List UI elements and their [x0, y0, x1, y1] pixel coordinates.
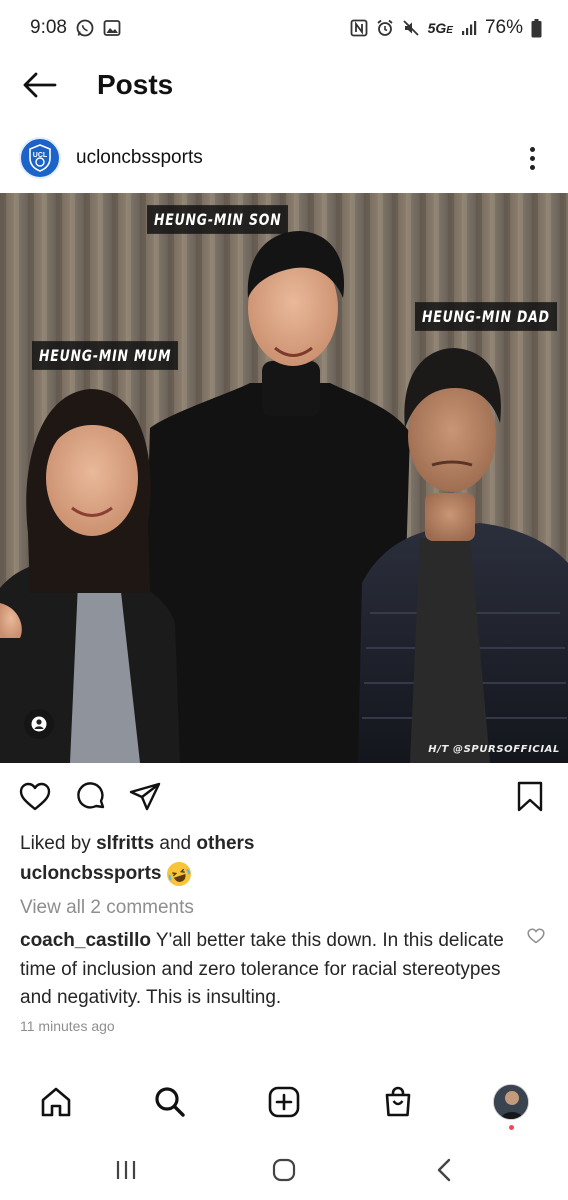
post-actions	[0, 774, 568, 818]
photo-label-mum: HEUNG-MIN MUM	[32, 341, 179, 370]
author-avatar[interactable]: UCL	[19, 137, 61, 179]
battery-icon	[531, 18, 542, 38]
post-photo	[0, 193, 568, 763]
view-all-comments-link[interactable]: View all 2 comments	[20, 897, 194, 919]
shopping-bag-icon	[385, 1086, 411, 1117]
laughing-emoji-icon	[164, 858, 195, 890]
more-dot-icon	[529, 164, 535, 170]
recent-apps-icon	[116, 1161, 136, 1179]
comment-like-button[interactable]	[526, 926, 546, 946]
signal-icon	[461, 20, 477, 36]
status-time: 9:08	[30, 17, 67, 38]
send-icon	[129, 782, 161, 811]
more-dot-icon	[529, 146, 535, 152]
comment-item: coach_castillo Y'all better take this do…	[20, 927, 510, 1013]
mute-icon	[402, 19, 420, 37]
post-header: UCL ucloncbssports	[0, 134, 568, 182]
home-system-button[interactable]	[264, 1154, 304, 1186]
bookmark-icon	[517, 781, 543, 812]
caption-username[interactable]: ucloncbssports	[20, 863, 161, 885]
photo-label-son: HEUNG-MIN SON	[147, 205, 289, 234]
comment-button[interactable]	[74, 780, 108, 814]
like-button[interactable]	[18, 780, 52, 814]
app-header: Posts	[0, 56, 568, 114]
likes-connector: and	[159, 833, 192, 854]
ucl-logo-icon: UCL	[29, 144, 51, 172]
alarm-icon	[376, 19, 394, 37]
save-button[interactable]	[513, 780, 547, 814]
network-type: 5GE	[427, 20, 453, 36]
system-navigation-bar	[0, 1140, 568, 1200]
profile-avatar	[493, 1084, 529, 1120]
photo-credit: H/T @SPURSOFFICIAL	[428, 744, 560, 755]
nav-search[interactable]	[150, 1082, 190, 1122]
home-circle-icon	[272, 1158, 296, 1182]
nfc-icon	[350, 19, 368, 37]
post-caption: ucloncbssports	[20, 858, 195, 890]
likes-summary[interactable]: Liked by slfritts and others	[20, 833, 254, 855]
small-heart-icon	[527, 928, 545, 944]
gallery-icon	[103, 19, 121, 37]
svg-text:UCL: UCL	[33, 152, 48, 159]
comment-icon	[77, 782, 105, 809]
more-dot-icon	[529, 155, 535, 161]
home-icon	[41, 1087, 71, 1117]
search-icon	[155, 1087, 185, 1117]
post-image[interactable]: HEUNG-MIN SON HEUNG-MIN MUM HEUNG-MIN DA…	[0, 193, 568, 763]
nav-profile[interactable]	[491, 1082, 531, 1122]
person-icon	[31, 716, 47, 732]
back-system-button[interactable]	[424, 1154, 464, 1186]
add-post-icon	[268, 1086, 300, 1118]
likes-others[interactable]: others	[196, 833, 254, 854]
share-button[interactable]	[128, 780, 162, 814]
tagged-users-button[interactable]	[24, 709, 54, 739]
heart-icon	[19, 782, 51, 811]
nav-shop[interactable]	[378, 1082, 418, 1122]
bottom-navigation	[0, 1074, 568, 1132]
whatsapp-icon	[75, 18, 95, 38]
post-timestamp: 11 minutes ago	[20, 1018, 115, 1034]
post-author-username[interactable]: ucloncbssports	[76, 147, 203, 169]
back-arrow-icon	[23, 72, 57, 98]
photo-label-dad: HEUNG-MIN DAD	[415, 302, 557, 331]
page-title: Posts	[97, 69, 174, 100]
nav-create[interactable]	[264, 1082, 304, 1122]
nav-home[interactable]	[36, 1082, 76, 1122]
comment-username[interactable]: coach_castillo	[20, 930, 151, 951]
battery-percent: 76%	[484, 17, 523, 38]
likes-prefix: Liked by	[20, 833, 91, 854]
back-button[interactable]	[18, 63, 62, 107]
recent-apps-button[interactable]	[106, 1154, 146, 1186]
profile-notification-dot	[509, 1125, 514, 1130]
chevron-left-icon	[437, 1158, 451, 1182]
more-options-button[interactable]	[518, 142, 546, 174]
likes-user[interactable]: slfritts	[96, 833, 154, 854]
status-bar: 9:08 5GE 76%	[0, 0, 568, 56]
